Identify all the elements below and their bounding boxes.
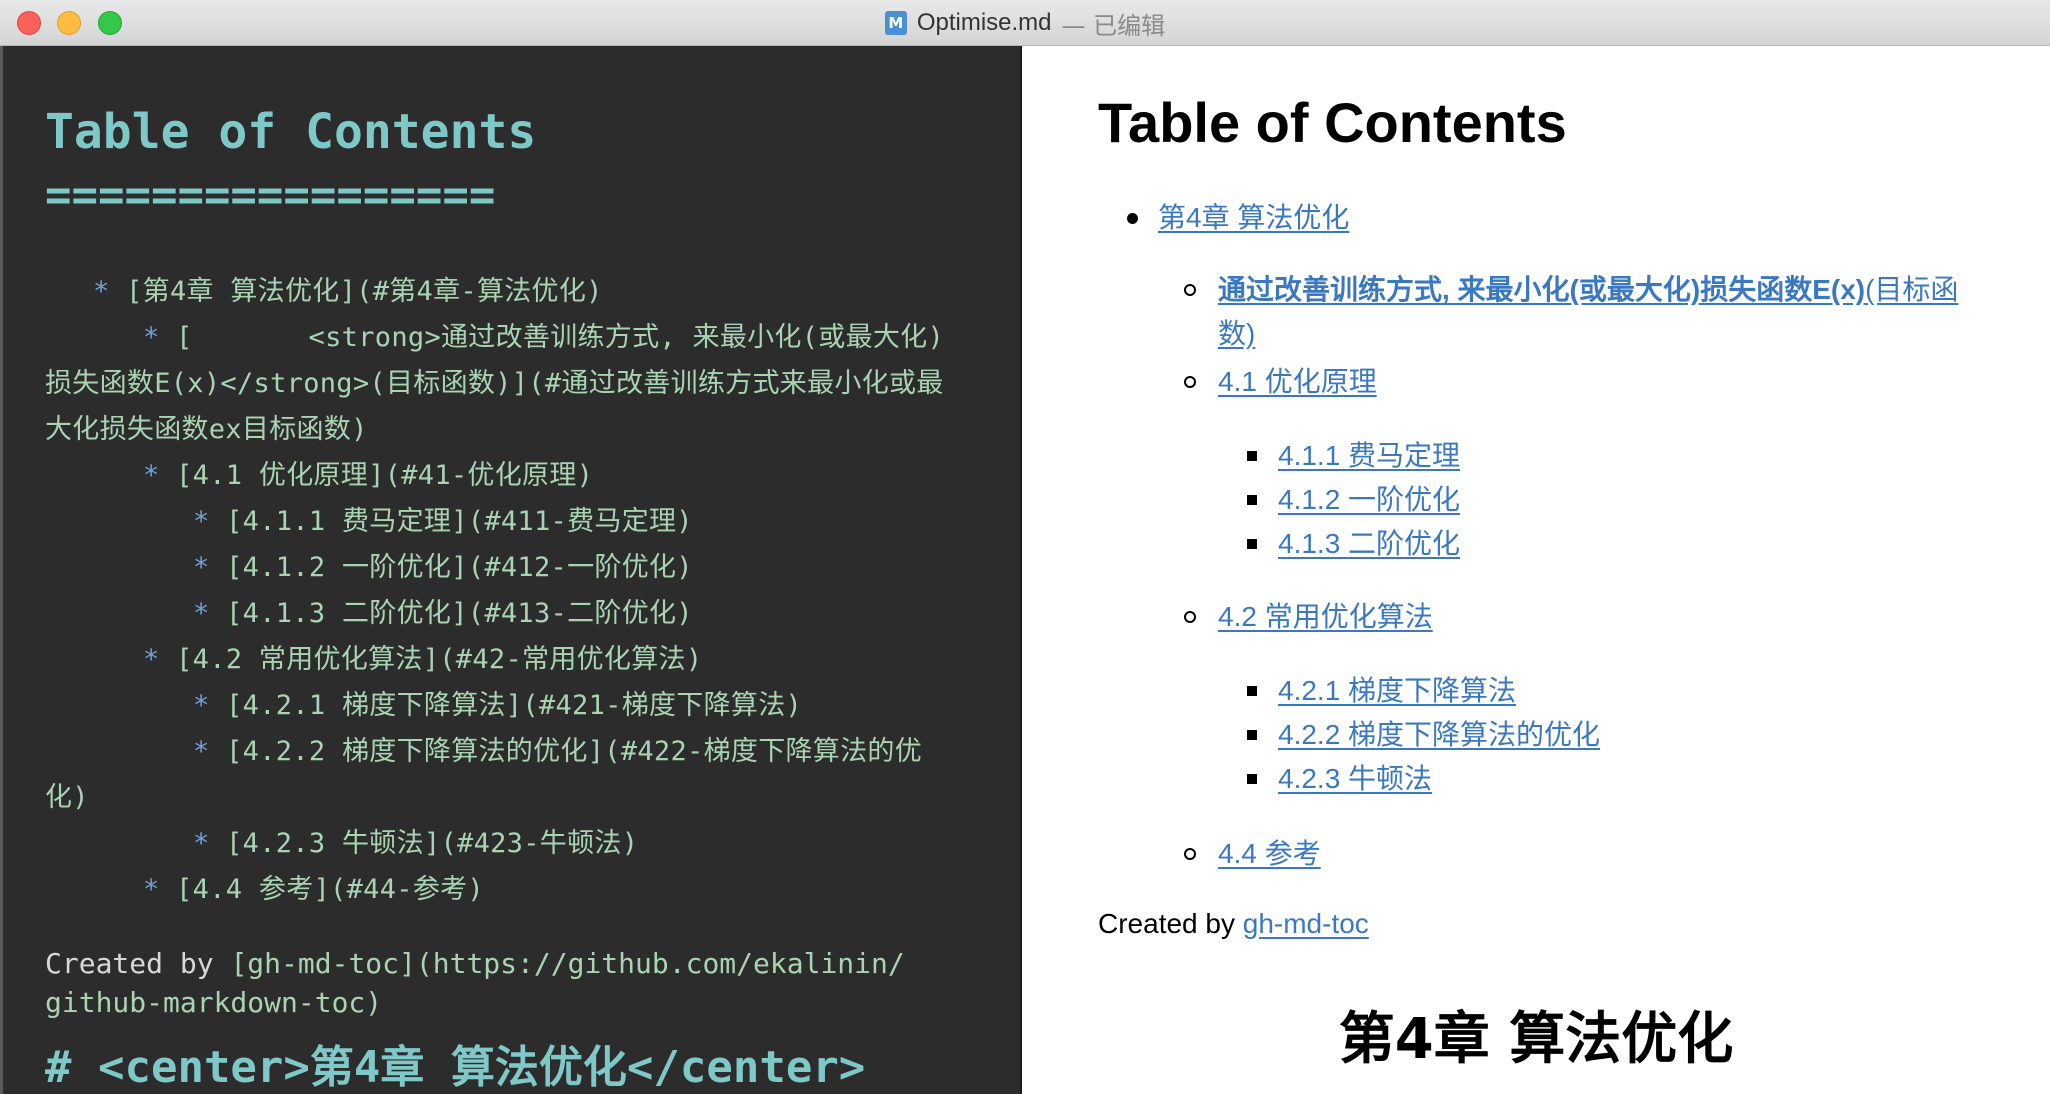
list-marker	[1247, 451, 1257, 461]
editor-line: * [4.4 参考](#44-参考)	[143, 867, 484, 906]
list-marker	[1184, 376, 1196, 388]
list-marker	[1247, 539, 1257, 549]
toc-link-text[interactable]: 第4章 算法优化	[1158, 202, 1349, 233]
editor-created-line: Created by [gh-md-toc](https://github.co…	[45, 947, 905, 980]
toc-link-4-2-1[interactable]: 4.2.1 梯度下降算法	[1278, 669, 1516, 709]
list-bullet: *	[193, 736, 210, 767]
created-prefix: Created by	[1098, 908, 1243, 939]
list-bullet: *	[193, 828, 210, 859]
toc-link-ch4[interactable]: 第4章 算法优化	[1158, 196, 1349, 236]
editor-line: * [4.1.3 二阶优化](#413-二阶优化)	[193, 591, 693, 630]
list-bullet: *	[193, 690, 210, 721]
list-marker	[1247, 686, 1257, 696]
editor-line: * [4.1 优化原理](#41-优化原理)	[143, 453, 593, 492]
editor-line-text: 损失函数E(x)</strong>(目标函数)](#通过改善训练方式来最小化或最	[45, 368, 944, 399]
created-link-source-cont: github-markdown-toc)	[45, 986, 383, 1019]
editor-line: * [第4章 算法优化](#第4章-算法优化)	[93, 269, 603, 308]
editor-heading-underline: =================	[45, 170, 496, 221]
editor-line-text: [4.1.2 一阶优化](#412-一阶优化)	[209, 552, 693, 583]
editor-line-text: [4.1 优化原理](#41-优化原理)	[159, 460, 594, 491]
markdown-editor[interactable]: Table of Contents ================= * [第…	[0, 46, 1020, 1094]
list-bullet: *	[143, 874, 160, 905]
window-title: M Optimise.md — 已编辑	[0, 0, 2050, 46]
edited-status: — 已编辑	[1061, 11, 1166, 40]
list-bullet: *	[143, 322, 160, 353]
editor-line-text: [4.1.1 费马定理](#411-费马定理)	[209, 506, 693, 537]
editor-heading: Table of Contents	[45, 104, 537, 160]
gh-md-toc-link[interactable]: gh-md-toc	[1243, 908, 1369, 939]
editor-line-text: 大化损失函数ex目标函数)	[45, 414, 368, 445]
created-prefix: Created by	[45, 947, 231, 980]
toc-link-text[interactable]: 4.4 参考	[1218, 838, 1321, 869]
toc-link-text[interactable]: 4.1.3 二阶优化	[1278, 528, 1460, 559]
toc-link-4-4[interactable]: 4.4 参考	[1218, 832, 1321, 872]
markdown-preview[interactable]: Table of Contents 第4章 算法优化 通过改善训练方式, 来最小…	[1022, 46, 2050, 1094]
editor-line-text: 化)	[45, 782, 89, 813]
toc-link-text[interactable]: 4.2 常用优化算法	[1218, 601, 1433, 632]
toc-link-4-1-2[interactable]: 4.1.2 一阶优化	[1278, 478, 1460, 518]
preview-title: Table of Contents	[1098, 91, 1567, 154]
toc-link-4-1-3[interactable]: 4.1.3 二阶优化	[1278, 522, 1460, 562]
editor-created-line-2: github-markdown-toc)	[45, 986, 382, 1019]
editor-line: * [4.2.1 梯度下降算法](#421-梯度下降算法)	[193, 683, 802, 722]
toc-link-text[interactable]: 4.1.1 费马定理	[1278, 440, 1460, 471]
preview-chapter-heading: 第4章 算法优化	[1338, 1007, 1734, 1072]
editor-line-text: [4.2 常用优化算法](#42-常用优化算法)	[159, 644, 703, 675]
list-marker	[1184, 848, 1196, 860]
editor-line: 损失函数E(x)</strong>(目标函数)](#通过改善训练方式来最小化或最	[45, 361, 944, 400]
editor-line: 大化损失函数ex目标函数)	[45, 407, 368, 446]
toc-link-text[interactable]: 4.2.2 梯度下降算法的优化	[1278, 719, 1600, 750]
toc-link-training[interactable]: 通过改善训练方式, 来最小化(或最大化)损失函数E(x)(目标函数)	[1218, 268, 1978, 356]
editor-line: * [ <strong>通过改善训练方式, 来最小化(或最大化)	[143, 315, 944, 354]
editor-line-text: [4.2.3 牛顿法](#423-牛顿法)	[209, 828, 639, 859]
app-window: M Optimise.md — 已编辑 Table of Contents ==…	[0, 0, 2050, 1094]
created-link-source: [gh-md-toc](https://github.com/ekalinin/	[230, 947, 905, 980]
list-marker	[1247, 730, 1257, 740]
window-filename: Optimise.md	[916, 9, 1052, 36]
editor-line: * [4.1.2 一阶优化](#412-一阶优化)	[193, 545, 693, 584]
toc-link-text[interactable]: 4.2.1 梯度下降算法	[1278, 675, 1516, 706]
toc-link-text[interactable]: 4.1 优化原理	[1218, 366, 1377, 397]
editor-line: 化)	[45, 775, 89, 814]
list-bullet: *	[193, 552, 210, 583]
editor-line-text: [第4章 算法优化](#第4章-算法优化)	[109, 276, 603, 307]
toc-link-strong-text[interactable]: 通过改善训练方式, 来最小化(或最大化)损失函数E(x)	[1218, 274, 1865, 305]
preview-created-by: Created by gh-md-toc	[1098, 908, 1369, 940]
editor-line-text: [4.1.3 二阶优化](#413-二阶优化)	[209, 598, 693, 629]
list-bullet: *	[143, 460, 160, 491]
editor-line-text: [4.2.1 梯度下降算法](#421-梯度下降算法)	[209, 690, 803, 721]
list-bullet: *	[93, 276, 110, 307]
toc-link-4-1[interactable]: 4.1 优化原理	[1218, 360, 1377, 400]
list-bullet: *	[143, 644, 160, 675]
editor-line: * [4.2 常用优化算法](#42-常用优化算法)	[143, 637, 702, 676]
title-bar[interactable]: M Optimise.md — 已编辑	[0, 0, 2050, 46]
list-marker	[1127, 213, 1138, 224]
list-marker	[1247, 495, 1257, 505]
editor-line-text: [4.4 参考](#44-参考)	[159, 874, 484, 905]
toc-link-4-2-3[interactable]: 4.2.3 牛顿法	[1278, 757, 1432, 797]
editor-line: * [4.2.2 梯度下降算法的优化](#422-梯度下降算法的优	[193, 729, 922, 768]
list-marker	[1184, 611, 1196, 623]
toc-link-text[interactable]: 4.2.3 牛顿法	[1278, 763, 1432, 794]
toc-link-4-1-1[interactable]: 4.1.1 费马定理	[1278, 434, 1460, 474]
list-bullet: *	[193, 598, 210, 629]
editor-line-text: [4.2.2 梯度下降算法的优化](#422-梯度下降算法的优	[209, 736, 922, 767]
editor-line-text: [ <strong>通过改善训练方式, 来最小化(或最大化)	[159, 322, 945, 353]
list-bullet: *	[193, 506, 210, 537]
toc-link-4-2-2[interactable]: 4.2.2 梯度下降算法的优化	[1278, 713, 1600, 753]
editor-line: * [4.1.1 费马定理](#411-费马定理)	[193, 499, 693, 538]
toc-link-4-2[interactable]: 4.2 常用优化算法	[1218, 595, 1433, 635]
editor-line: * [4.2.3 牛顿法](#423-牛顿法)	[193, 821, 638, 860]
list-marker	[1184, 284, 1196, 296]
markdown-file-icon: M	[884, 11, 907, 35]
list-marker	[1247, 774, 1257, 784]
toc-link-text[interactable]: 4.1.2 一阶优化	[1278, 484, 1460, 515]
editor-h1-line: # <center>第4章 算法优化</center>	[45, 1042, 866, 1093]
